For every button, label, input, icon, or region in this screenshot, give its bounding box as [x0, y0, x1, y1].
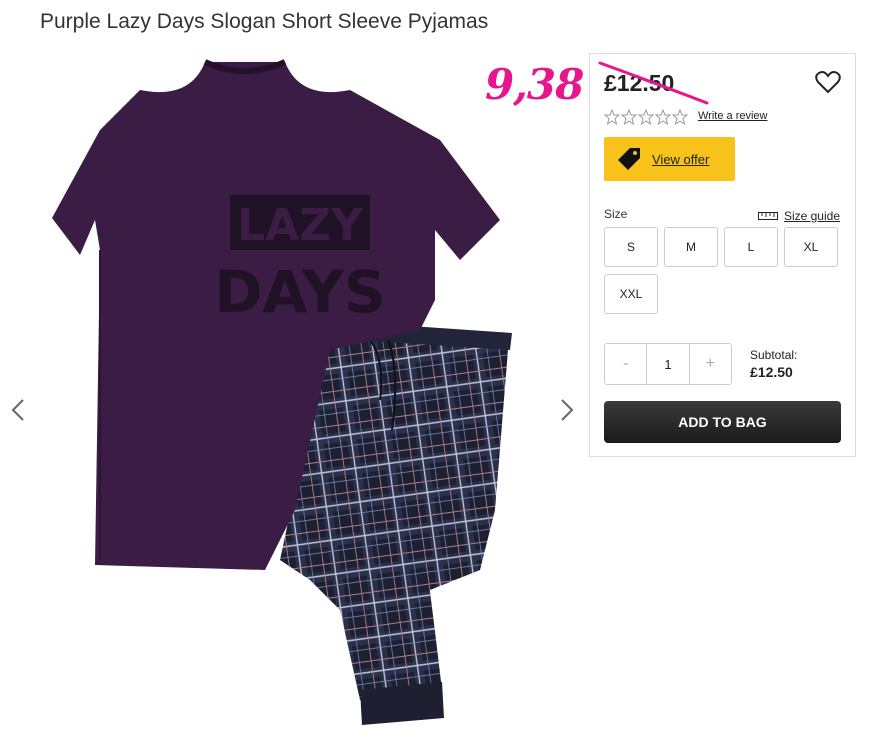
size-option-s[interactable]: S [604, 227, 658, 267]
subtotal-amount: £12.50 [750, 364, 793, 380]
product-image: LAZY DAYS [40, 50, 560, 734]
handwritten-price: 9,38 [485, 60, 584, 109]
product-gallery: LAZY DAYS [0, 50, 590, 734]
quantity-stepper: - 1 + [604, 343, 732, 385]
shirt-slogan: LAZY DAYS [214, 195, 386, 326]
size-guide-label: Size guide [783, 209, 840, 223]
subtotal-label: Subtotal: [750, 348, 798, 362]
chevron-left-icon[interactable] [8, 395, 28, 425]
view-offer-button[interactable]: View offer [604, 137, 735, 181]
quantity-increase-button[interactable]: + [690, 344, 731, 384]
size-option-l[interactable]: L [724, 227, 778, 267]
svg-text:DAYS: DAYS [214, 258, 385, 326]
size-option-xl[interactable]: XL [784, 227, 838, 267]
size-label: Size [604, 207, 628, 221]
chevron-right-icon[interactable] [557, 395, 577, 425]
quantity-value[interactable]: 1 [646, 344, 690, 384]
size-option-xxl[interactable]: XXL [604, 274, 658, 314]
star-icon [604, 109, 620, 125]
star-icon [638, 109, 654, 125]
heart-icon[interactable] [815, 70, 841, 94]
ruler-icon [757, 212, 778, 220]
subtotal: Subtotal: £12.50 [750, 347, 797, 381]
star-icon [655, 109, 671, 125]
svg-text:LAZY: LAZY [237, 200, 364, 251]
star-icon [672, 109, 688, 125]
product-purchase-panel: £12.50 Write a review View offer Size Si… [589, 53, 856, 457]
add-to-bag-button[interactable]: ADD TO BAG [604, 401, 841, 443]
size-option-m[interactable]: M [664, 227, 718, 267]
star-icon [621, 109, 637, 125]
size-guide-link[interactable]: Size guide [757, 209, 840, 223]
rating-stars [604, 109, 688, 125]
view-offer-label: View offer [652, 151, 710, 167]
quantity-decrease-button[interactable]: - [605, 344, 646, 384]
tag-icon [618, 148, 640, 170]
page-title: Purple Lazy Days Slogan Short Sleeve Pyj… [40, 10, 489, 33]
write-review-link[interactable]: Write a review [698, 110, 767, 122]
old-price: £12.50 [604, 70, 675, 96]
